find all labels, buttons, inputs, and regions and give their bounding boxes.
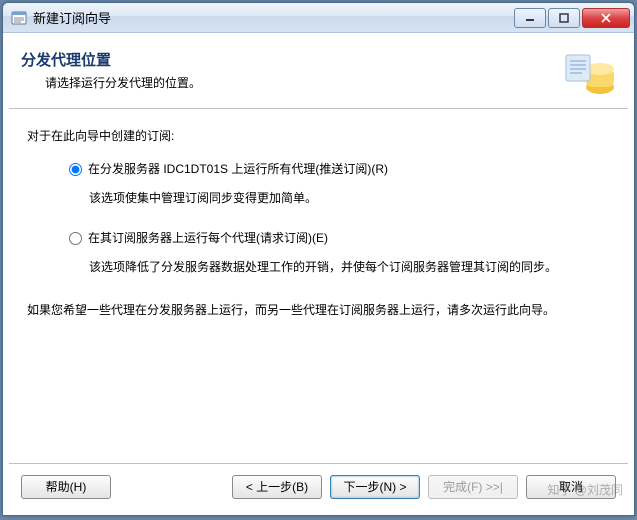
intro-text: 对于在此向导中创建的订阅: xyxy=(27,127,610,146)
option-pull[interactable]: 在其订阅服务器上运行每个代理(请求订阅)(E) xyxy=(69,229,610,248)
option-pull-desc: 该选项降低了分发服务器数据处理工作的开销，并使每个订阅服务器管理其订阅的同步。 xyxy=(89,258,610,277)
cancel-button[interactable]: 取消 xyxy=(526,475,616,499)
option-pull-label: 在其订阅服务器上运行每个代理(请求订阅)(E) xyxy=(88,229,328,248)
window-buttons xyxy=(512,8,630,28)
header-text: 分发代理位置 请选择运行分发代理的位置。 xyxy=(21,49,562,100)
wizard-header: 分发代理位置 请选择运行分发代理的位置。 xyxy=(9,39,628,109)
page-title: 分发代理位置 xyxy=(21,49,562,70)
minimize-button[interactable] xyxy=(514,8,546,28)
client-area: 分发代理位置 请选择运行分发代理的位置。 对于在此向导中创建的订阅: xyxy=(3,33,634,515)
option-push-desc: 该选项使集中管理订阅同步变得更加简单。 xyxy=(89,189,610,208)
titlebar: 新建订阅向导 xyxy=(3,3,634,33)
footer-note: 如果您希望一些代理在分发服务器上运行，而另一些代理在订阅服务器上运行，请多次运行… xyxy=(27,301,610,320)
app-icon xyxy=(11,10,27,26)
radio-pull[interactable] xyxy=(69,232,82,245)
window-title: 新建订阅向导 xyxy=(33,8,512,27)
next-button[interactable]: 下一步(N) > xyxy=(330,475,420,499)
finish-button[interactable]: 完成(F) >>| xyxy=(428,475,518,499)
page-subtitle: 请选择运行分发代理的位置。 xyxy=(21,74,562,91)
radio-push[interactable] xyxy=(69,163,82,176)
help-button[interactable]: 帮助(H) xyxy=(21,475,111,499)
close-button[interactable] xyxy=(582,8,630,28)
wizard-icon xyxy=(562,49,616,97)
button-bar: 帮助(H) < 上一步(B) 下一步(N) > 完成(F) >>| 取消 xyxy=(9,463,628,509)
wizard-window: 新建订阅向导 分发代理位置 请选择运行分发代理的位置。 xyxy=(2,2,635,516)
option-push[interactable]: 在分发服务器 IDC1DT01S 上运行所有代理(推送订阅)(R) xyxy=(69,160,610,179)
wizard-content: 对于在此向导中创建的订阅: 在分发服务器 IDC1DT01S 上运行所有代理(推… xyxy=(9,109,628,463)
back-button[interactable]: < 上一步(B) xyxy=(232,475,322,499)
option-push-label: 在分发服务器 IDC1DT01S 上运行所有代理(推送订阅)(R) xyxy=(88,160,388,179)
maximize-button[interactable] xyxy=(548,8,580,28)
